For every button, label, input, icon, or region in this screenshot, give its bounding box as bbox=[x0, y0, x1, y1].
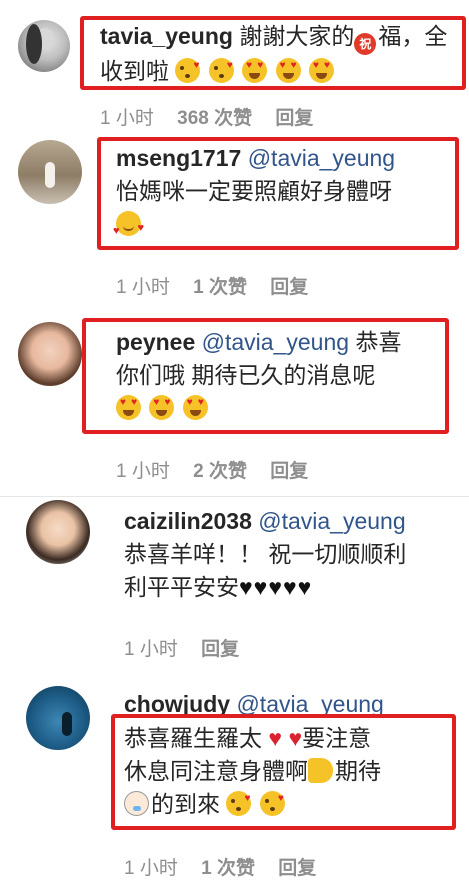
avatar[interactable] bbox=[18, 322, 82, 386]
baby-emoji-icon bbox=[124, 791, 149, 816]
comment-meta: 1 小时 1 次赞 回复 bbox=[116, 272, 326, 299]
kiss-emoji-icon bbox=[208, 49, 234, 83]
comment-body: 恭喜羊咩！！ 祝一切顺顺利 bbox=[124, 541, 407, 567]
heart-eyes-emoji-icon bbox=[116, 395, 141, 420]
comment-body-line2b: 期待 bbox=[335, 758, 381, 784]
red-heart-icon: ♥ bbox=[288, 725, 303, 751]
mention-link[interactable]: @tavia_yeung bbox=[248, 145, 395, 171]
comment-time: 1 小时 bbox=[100, 108, 154, 129]
comment-text: mseng1717 @tavia_yeung 怡媽咪一定要照顧好身體呀 bbox=[113, 142, 452, 248]
comment-time: 1 小时 bbox=[124, 639, 178, 660]
flexed-biceps-emoji-icon bbox=[308, 758, 333, 783]
avatar[interactable] bbox=[18, 20, 70, 72]
comment-body-line2: 利平平安安 bbox=[124, 574, 239, 600]
heart-eyes-emoji-icon bbox=[182, 395, 208, 420]
reply-button[interactable]: 回复 bbox=[275, 108, 313, 129]
comment-text: peynee @tavia_yeung 恭喜 你们哦 期待已久的消息呢 bbox=[116, 326, 446, 425]
kiss-emoji-icon bbox=[259, 782, 285, 816]
comment-time: 1 小时 bbox=[116, 277, 170, 298]
comment-meta: 1 小时 368 次赞 回复 bbox=[100, 103, 331, 130]
like-count[interactable]: 1 次赞 bbox=[201, 858, 255, 879]
comment-body-line3: 的到來 bbox=[151, 791, 220, 817]
reply-button[interactable]: 回复 bbox=[270, 277, 308, 298]
like-count[interactable]: 1 次赞 bbox=[193, 277, 247, 298]
comment-body: 恭喜羅生羅太 bbox=[124, 725, 262, 751]
kiss-emoji-icon bbox=[226, 782, 252, 816]
comment-body: 恭喜 bbox=[355, 329, 402, 355]
avatar[interactable] bbox=[18, 140, 82, 204]
comment-body-line2: 你们哦 期待已久的消息呢 bbox=[116, 362, 376, 388]
comment-time: 1 小时 bbox=[116, 461, 170, 482]
comment-text: caizilin2038 @tavia_yeung 恭喜羊咩！！ 祝一切顺顺利 … bbox=[124, 505, 464, 604]
heart-eyes-emoji-icon bbox=[275, 58, 301, 83]
kiss-emoji-icon bbox=[175, 49, 201, 83]
heart-eyes-emoji-icon bbox=[149, 395, 175, 420]
like-count[interactable]: 2 次赞 bbox=[193, 461, 247, 482]
mention-link[interactable]: @tavia_yeung bbox=[258, 508, 405, 534]
comment-meta: 1 小时 2 次赞 回复 bbox=[116, 456, 326, 483]
username[interactable]: mseng1717 bbox=[116, 145, 241, 171]
comment-body-line2: 休息同注意身體啊 bbox=[124, 758, 308, 784]
comment-text: 恭喜羅生羅太 ♥ ♥要注意 休息同注意身體啊 期待 的到來 bbox=[124, 722, 449, 821]
heart-eyes-emoji-icon bbox=[308, 58, 334, 83]
comment-time: 1 小时 bbox=[124, 858, 178, 879]
blessing-emoji-icon: 祝 bbox=[354, 33, 377, 55]
reply-button[interactable]: 回复 bbox=[278, 858, 316, 879]
username[interactable]: tavia_yeung bbox=[100, 23, 233, 49]
comment-body-cont: 福，全 bbox=[378, 23, 448, 49]
comment-body-cont: 要注意 bbox=[302, 725, 372, 751]
comment-body: 怡媽咪一定要照顧好身體呀 bbox=[116, 178, 392, 204]
smiling-hearts-emoji-icon bbox=[113, 211, 144, 248]
username[interactable]: peynee bbox=[116, 329, 195, 355]
like-count[interactable]: 368 次赞 bbox=[177, 108, 252, 129]
heart-eyes-emoji-icon bbox=[242, 58, 268, 83]
mention-link[interactable]: @tavia_yeung bbox=[202, 329, 349, 355]
reply-button[interactable]: 回复 bbox=[270, 461, 308, 482]
avatar[interactable] bbox=[26, 686, 90, 750]
comment-meta: 1 小时 1 次赞 回复 bbox=[124, 853, 334, 880]
red-heart-icon: ♥ bbox=[268, 725, 283, 751]
comment-body: 謝謝大家的 bbox=[239, 23, 355, 49]
username[interactable]: caizilin2038 bbox=[124, 508, 252, 534]
divider bbox=[0, 496, 469, 497]
reply-button[interactable]: 回复 bbox=[201, 639, 239, 660]
comment-meta: 1 小时 回复 bbox=[124, 634, 257, 661]
comment-text: tavia_yeung 謝謝大家的祝福，全 收到啦 bbox=[100, 20, 450, 88]
comment-body-line2: 收到啦 bbox=[100, 58, 169, 84]
avatar[interactable] bbox=[26, 500, 90, 564]
black-hearts-icon: ♥♥♥♥♥ bbox=[239, 574, 313, 600]
